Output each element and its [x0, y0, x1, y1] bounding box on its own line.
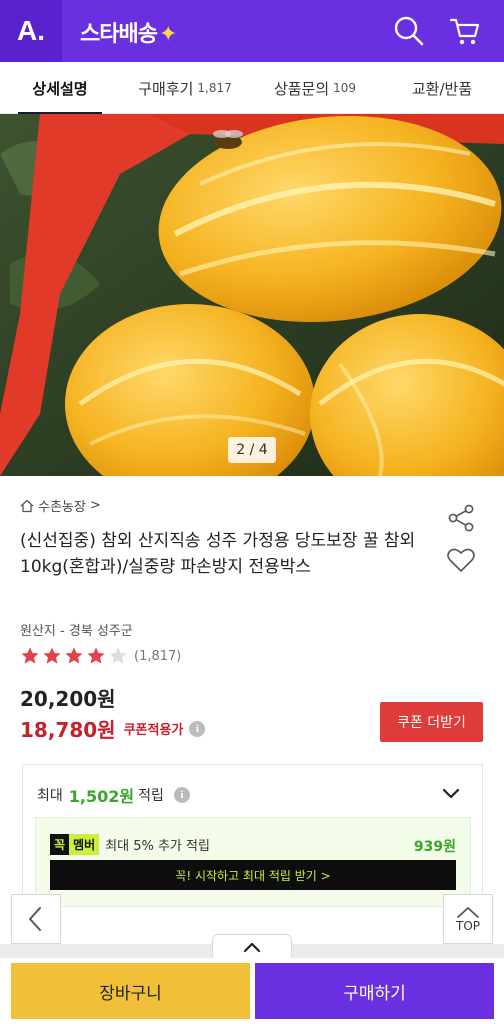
share-icon[interactable] — [446, 504, 476, 532]
tab-label: 상품문의 — [273, 79, 330, 98]
bottom-action-bar: 장바구니 구매하기 — [0, 958, 504, 1024]
coupon-price: 18,780원 — [20, 718, 116, 742]
product-origin: 원산지 - 경북 성주군 — [20, 624, 133, 639]
star-icon — [21, 647, 39, 664]
reward-suffix: 적립 — [138, 788, 164, 804]
member-reward-text: 최대 5% 추가 적립 — [105, 839, 210, 854]
sparkle-icon: ✦ — [158, 22, 177, 47]
store-name: 수촌농장 — [38, 500, 86, 515]
reward-prefix: 최대 — [37, 788, 63, 804]
tab-details[interactable]: 상세설명 — [0, 62, 120, 115]
review-count: (1,817) — [134, 648, 182, 664]
gallery-pager: 2 / 4 — [228, 437, 276, 463]
product-tabs: 상세설명 구매후기 1,817 상품문의 109 교환/반품 — [0, 62, 504, 115]
cart-icon[interactable] — [448, 14, 482, 48]
tab-label: 교환/반품 — [411, 79, 473, 98]
store-chevron-icon: > — [89, 498, 101, 513]
store-link[interactable]: 수촌농장 > — [20, 496, 101, 515]
tab-reviews[interactable]: 구매후기 1,817 — [120, 62, 250, 114]
coupon-price-label: 쿠폰적용가 — [123, 723, 184, 738]
chevron-down-icon[interactable] — [441, 785, 461, 803]
product-rating[interactable]: (1,817) — [20, 646, 181, 666]
reward-panel: 최대 1,502원 적립 i 꼭 멤버 최대 5% 추가 적립 939원 꼭! … — [22, 764, 483, 944]
tab-label: 구매후기 — [138, 79, 194, 98]
member-badge: 멤버 — [69, 834, 100, 855]
heart-icon[interactable] — [446, 546, 476, 574]
bottom-sheet-handle[interactable] — [212, 934, 292, 958]
member-reward-amount: 939원 — [413, 839, 456, 855]
search-icon[interactable] — [392, 14, 426, 48]
star-empty-icon — [109, 647, 127, 664]
original-price: 20,200원 — [20, 687, 116, 711]
tab-exchange-return[interactable]: 교환/반품 — [380, 62, 504, 114]
app-header: A. 스타배송✦ — [0, 0, 504, 62]
star-delivery-brand[interactable]: 스타배송✦ — [80, 16, 177, 48]
melon-photo — [0, 114, 504, 476]
top-label: TOP — [455, 919, 480, 933]
ggok-badge: 꼭 — [50, 834, 70, 855]
member-reward-card: 꼭 멤버 최대 5% 추가 적립 939원 꼭! 시작하고 최대 적립 받기 > — [35, 817, 471, 907]
tab-count: 109 — [333, 81, 357, 95]
add-to-cart-button[interactable]: 장바구니 — [11, 963, 250, 1019]
product-image-gallery[interactable] — [0, 114, 504, 476]
home-icon — [20, 499, 34, 512]
star-icon — [87, 647, 105, 664]
reward-amount: 1,502원 — [68, 787, 135, 806]
scroll-top-button[interactable]: TOP — [443, 894, 493, 944]
brand-title: 스타배송 — [80, 22, 158, 47]
chevron-up-icon — [243, 942, 261, 952]
chevron-up-icon — [457, 907, 479, 918]
coupon-price-row: 18,780원 쿠폰적용가 i — [20, 714, 206, 743]
star-icon — [43, 647, 61, 664]
member-reward-row: 꼭 멤버 최대 5% 추가 적립 — [50, 834, 210, 855]
app-logo[interactable]: A. — [0, 0, 62, 62]
info-icon[interactable]: i — [173, 787, 190, 803]
max-reward-row[interactable]: 최대 1,502원 적립 i — [37, 783, 190, 807]
chevron-left-icon — [29, 907, 41, 931]
buy-now-button[interactable]: 구매하기 — [255, 963, 494, 1019]
product-title: (신선집중) 참외 산지직송 성주 가정용 당도보장 꿀 참외 10kg(혼합과… — [20, 531, 416, 577]
get-more-coupons-button[interactable]: 쿠폰 더받기 — [380, 702, 483, 742]
info-icon[interactable]: i — [189, 720, 206, 737]
member-signup-button[interactable]: 꼭! 시작하고 최대 적립 받기 > — [50, 860, 456, 890]
back-button[interactable] — [11, 894, 61, 944]
tab-inquiries[interactable]: 상품문의 109 — [250, 62, 380, 114]
star-icon — [65, 647, 83, 664]
tab-label: 상세설명 — [32, 79, 88, 98]
tab-count: 1,817 — [197, 81, 232, 95]
